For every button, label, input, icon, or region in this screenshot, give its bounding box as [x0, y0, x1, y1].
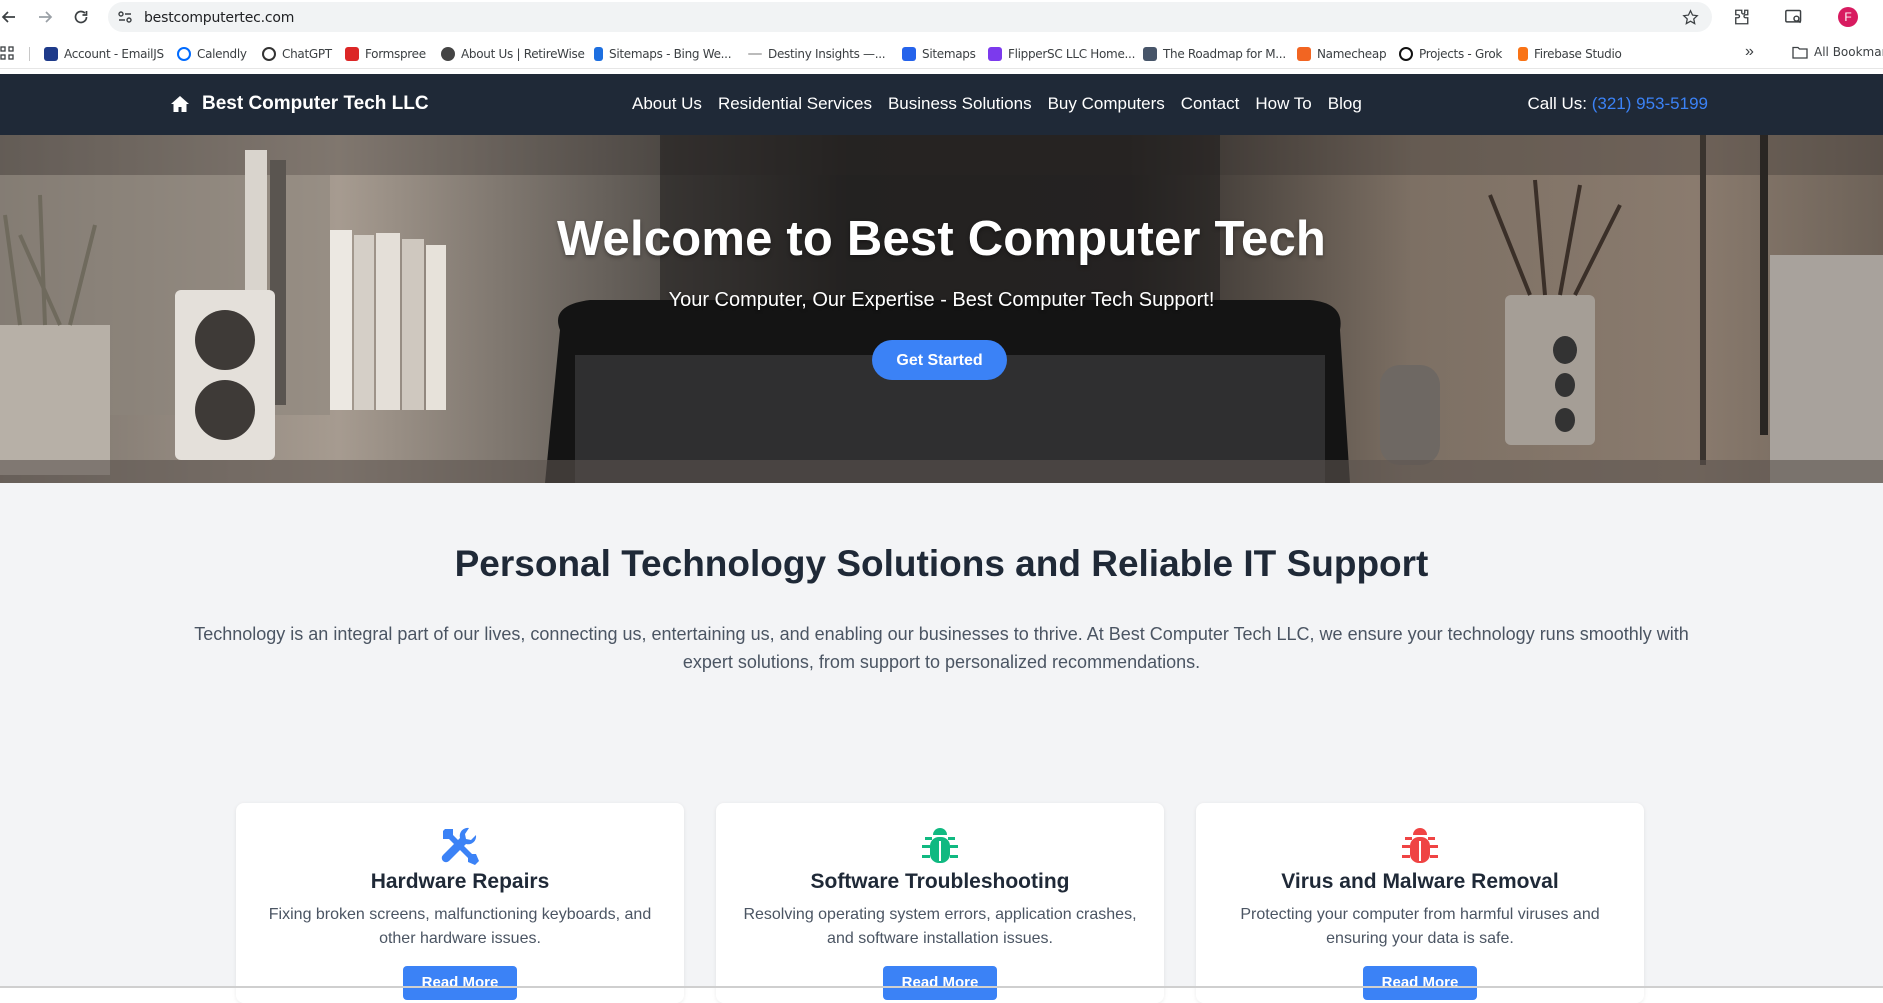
more-bookmarks-chevron-icon[interactable]: »: [1745, 43, 1754, 61]
bookmark-label: Sitemaps: [922, 47, 976, 61]
back-arrow-icon[interactable]: [0, 6, 20, 28]
bookmark-item[interactable]: Projects - Grok: [1399, 45, 1502, 63]
emailjs-favicon-icon: [44, 47, 58, 61]
service-card-virus-malware-removal: Virus and Malware Removal Protecting you…: [1196, 803, 1644, 1003]
read-more-button[interactable]: Read More: [1363, 966, 1477, 1000]
get-started-button[interactable]: Get Started: [872, 340, 1007, 380]
bug-icon: [1196, 825, 1644, 867]
browser-toolbar: bestcomputertec.com F: [0, 0, 1883, 33]
phone-link[interactable]: (321) 953-5199: [1592, 94, 1708, 113]
nav-link-blog[interactable]: Blog: [1328, 94, 1362, 114]
read-more-button[interactable]: Read More: [883, 966, 997, 1000]
card-description: Fixing broken screens, malfunctioning ke…: [268, 906, 652, 947]
bookmark-item[interactable]: Formspree: [345, 45, 426, 63]
profile-avatar[interactable]: F: [1838, 7, 1858, 27]
section-description: Technology is an integral part of our li…: [194, 624, 1689, 672]
tools-icon: [236, 825, 684, 867]
bookmark-label: Destiny Insights —...: [768, 47, 886, 61]
bookmark-item[interactable]: ChatGPT: [262, 45, 332, 63]
flipper-favicon-icon: [988, 47, 1002, 61]
bookmark-label: Sitemaps - Bing We...: [609, 47, 732, 61]
url-text[interactable]: bestcomputertec.com: [144, 10, 294, 26]
bookmarks-bar: Account - EmailJS Calendly ChatGPT Forms…: [0, 38, 1883, 69]
bookmark-star-icon[interactable]: [1680, 7, 1700, 27]
bookmark-item[interactable]: About Us | RetireWise: [441, 45, 585, 63]
globe-favicon-icon: [441, 47, 455, 61]
grok-favicon-icon: [1399, 47, 1413, 61]
namecheap-favicon-icon: [1297, 47, 1311, 61]
services-section: Personal Technology Solutions and Reliab…: [0, 483, 1883, 1003]
service-card-software-troubleshooting: Software Troubleshooting Resolving opera…: [716, 803, 1164, 1003]
hero-title: Welcome to Best Computer Tech: [556, 212, 1327, 266]
all-bookmarks-folder[interactable]: All Bookmarks: [1792, 45, 1883, 59]
call-us: Call Us: (321) 953-5199: [1527, 94, 1708, 114]
nav-link-contact[interactable]: Contact: [1181, 94, 1240, 114]
site-info-icon[interactable]: [115, 7, 135, 27]
bookmark-item[interactable]: Calendly: [177, 45, 247, 63]
bookmark-label: Formspree: [365, 47, 426, 61]
section-title: Personal Technology Solutions and Reliab…: [454, 543, 1429, 584]
bookmark-item[interactable]: Firebase Studio: [1518, 45, 1622, 63]
bookmark-item[interactable]: Sitemaps: [902, 45, 976, 63]
bookmark-label: Namecheap: [1317, 47, 1387, 61]
brand-logo[interactable]: Best Computer Tech LLC: [170, 93, 429, 115]
bookmark-label: The Roadmap for M...: [1163, 47, 1286, 61]
bookmark-item[interactable]: Namecheap: [1297, 45, 1387, 63]
all-bookmarks-label: All Bookmarks: [1814, 45, 1883, 59]
bing-favicon-icon: [594, 47, 603, 61]
bookmark-item[interactable]: Account - EmailJS: [44, 45, 164, 63]
service-card-hardware-repairs: Hardware Repairs Fixing broken screens, …: [236, 803, 684, 1003]
bug-icon: [716, 825, 1164, 867]
roadmap-favicon-icon: [1143, 47, 1157, 61]
nav-link-business-solutions[interactable]: Business Solutions: [888, 94, 1032, 114]
site-navbar: Best Computer Tech LLC About Us Resident…: [0, 74, 1883, 135]
extensions-icon[interactable]: [1730, 6, 1752, 28]
bookmark-label: ChatGPT: [282, 47, 332, 61]
card-title: Software Troubleshooting: [810, 870, 1070, 893]
nav-link-buy-computers[interactable]: Buy Computers: [1048, 94, 1165, 114]
bookmark-item[interactable]: The Roadmap for M...: [1143, 45, 1286, 63]
card-description: Resolving operating system errors, appli…: [743, 906, 1137, 947]
folder-icon: [1792, 46, 1808, 59]
bookmark-item[interactable]: Sitemaps - Bing We...: [594, 45, 732, 63]
formspree-favicon-icon: [345, 47, 359, 61]
hero-subtitle: Your Computer, Our Expertise - Best Comp…: [668, 289, 1215, 311]
apps-grid-icon[interactable]: [0, 46, 14, 60]
address-bar[interactable]: bestcomputertec.com: [108, 2, 1712, 32]
nav-link-residential-services[interactable]: Residential Services: [718, 94, 872, 114]
call-us-label: Call Us:: [1527, 94, 1587, 113]
dash-favicon-icon: [748, 53, 762, 55]
bookmark-label: Projects - Grok: [1419, 47, 1503, 61]
chatgpt-favicon-icon: [262, 47, 276, 61]
bookmark-separator: [29, 47, 30, 61]
bookmark-label: Firebase Studio: [1534, 47, 1622, 61]
card-title: Hardware Repairs: [370, 870, 550, 893]
bookmark-item[interactable]: Destiny Insights —...: [748, 45, 886, 63]
firebase-favicon-icon: [1518, 47, 1528, 61]
card-description: Protecting your computer from harmful vi…: [1240, 906, 1600, 947]
bookmark-item[interactable]: FlipperSC LLC Home...: [988, 45, 1135, 63]
nav-links: About Us Residential Services Business S…: [632, 94, 1378, 114]
calendly-favicon-icon: [177, 47, 191, 61]
bookmark-label: Calendly: [197, 47, 247, 61]
brand-name: Best Computer Tech LLC: [202, 93, 429, 114]
bookmark-label: FlipperSC LLC Home...: [1008, 47, 1136, 61]
bookmark-label: About Us | RetireWise: [461, 47, 585, 61]
forward-arrow-icon[interactable]: [34, 6, 56, 28]
read-more-button[interactable]: Read More: [403, 966, 517, 1000]
home-icon: [171, 96, 189, 112]
bookmark-label: Account - EmailJS: [64, 47, 164, 61]
nav-link-about-us[interactable]: About Us: [632, 94, 702, 114]
hero-section: Welcome to Best Computer Tech Your Compu…: [0, 135, 1883, 483]
chart-favicon-icon: [902, 47, 916, 61]
card-title: Virus and Malware Removal: [1281, 870, 1559, 893]
reload-icon[interactable]: [70, 6, 92, 28]
tab-search-icon[interactable]: [1783, 6, 1805, 28]
nav-link-how-to[interactable]: How To: [1255, 94, 1311, 114]
